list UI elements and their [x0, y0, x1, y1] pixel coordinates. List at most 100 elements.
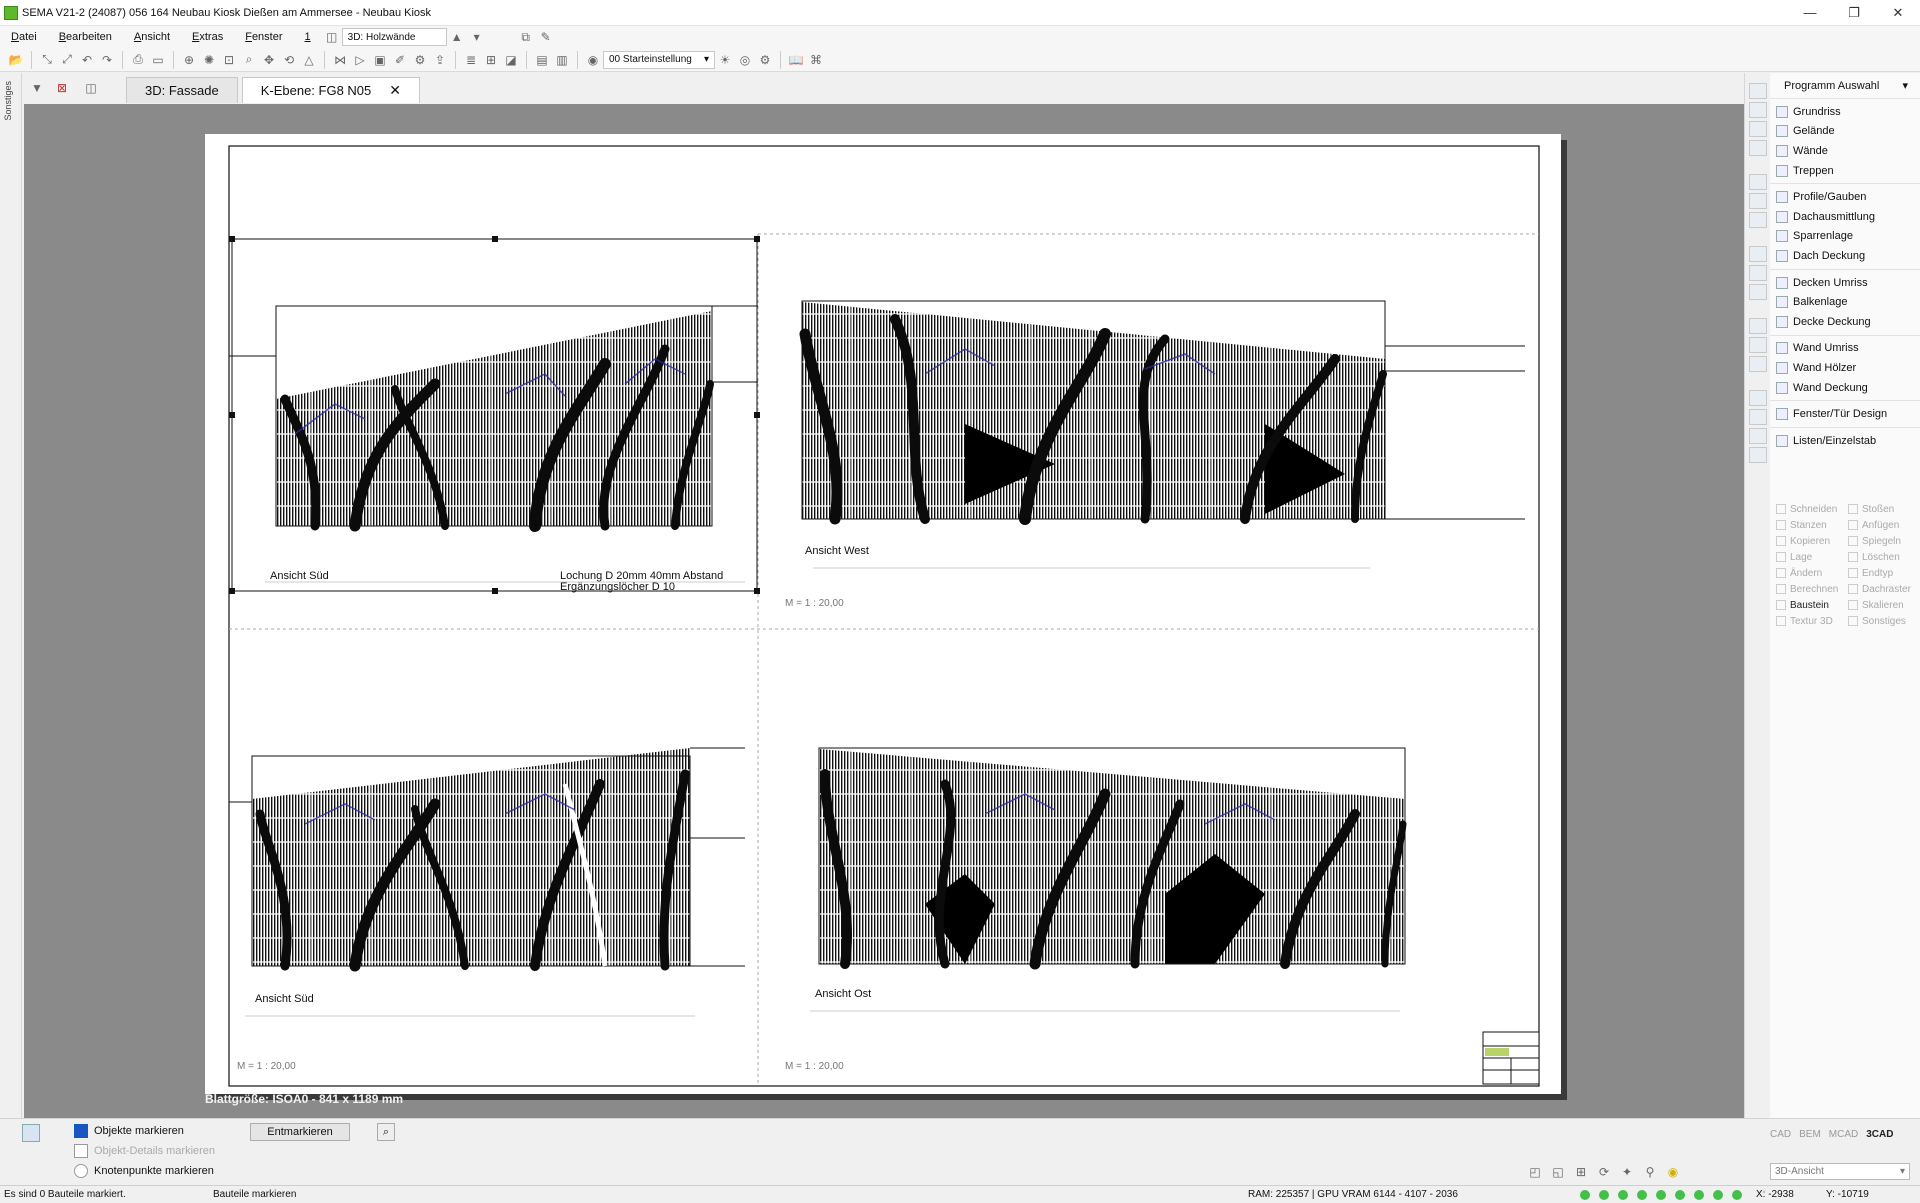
ceiling-icon[interactable]: [1749, 246, 1767, 262]
line-icon[interactable]: ⋈: [331, 51, 349, 69]
minimize-button[interactable]: —: [1788, 0, 1832, 26]
binoculars-icon[interactable]: ⌘: [807, 51, 825, 69]
cursor-icon[interactable]: ▷: [351, 51, 369, 69]
pin-icon[interactable]: ⚲: [1641, 1163, 1659, 1181]
globe-icon[interactable]: [1749, 428, 1767, 444]
mode-3cad[interactable]: 3CAD: [1866, 1129, 1893, 1140]
program-listen-einzelstab[interactable]: Listen/Einzelstab: [1770, 431, 1920, 451]
snap-icon[interactable]: △: [300, 51, 318, 69]
menu-extras[interactable]: Extras: [181, 31, 234, 43]
book-icon[interactable]: 📖: [787, 51, 805, 69]
mark-nodes-option[interactable]: Knotenpunkte markieren: [74, 1164, 214, 1178]
window-icon[interactable]: ▥: [553, 51, 571, 69]
program-waende[interactable]: Wände: [1770, 141, 1920, 161]
close-view-icon[interactable]: ⊠: [53, 79, 71, 97]
rotate-icon[interactable]: ⟳: [1595, 1163, 1613, 1181]
preset-combo[interactable]: 00 Starteinstellung ▾: [603, 50, 715, 69]
frame-icon[interactable]: ◱: [1549, 1163, 1567, 1181]
roof-calc-icon[interactable]: [1749, 193, 1767, 209]
program-treppen[interactable]: Treppen: [1770, 161, 1920, 181]
program-sparrenlage[interactable]: Sparrenlage: [1770, 227, 1920, 247]
program-selector[interactable]: Programm Auswahl ▾: [1770, 73, 1920, 99]
tool-lage[interactable]: Lage: [1776, 552, 1848, 563]
program-decken-umriss[interactable]: Decken Umriss: [1770, 273, 1920, 293]
program-wand-hoelzer[interactable]: Wand Hölzer: [1770, 358, 1920, 378]
menu-datei[interactable]: Datei: [0, 31, 48, 43]
brush-icon[interactable]: ✐: [391, 51, 409, 69]
eye-icon[interactable]: ◉: [1664, 1163, 1682, 1181]
tool-löschen[interactable]: Löschen: [1848, 552, 1920, 563]
print-icon[interactable]: ⎙: [129, 51, 147, 69]
light-icon[interactable]: ✦: [1618, 1163, 1636, 1181]
wall-icon[interactable]: [1749, 121, 1767, 137]
layer-icon[interactable]: ◫: [323, 28, 341, 46]
beam-icon[interactable]: [1749, 265, 1767, 281]
tool-ändern[interactable]: Ändern: [1776, 568, 1848, 579]
drawing-sheet[interactable]: Ansicht Süd Lochung D 20mm 40mm Abstand …: [205, 134, 1561, 1094]
camera-icon[interactable]: ◎: [736, 51, 754, 69]
close-tab-icon[interactable]: ✕: [389, 82, 401, 99]
wall-timber-icon[interactable]: [1749, 337, 1767, 353]
stair-icon[interactable]: [1749, 140, 1767, 156]
tool-berechnen[interactable]: Berechnen: [1776, 584, 1848, 595]
tab-3d-fassade[interactable]: 3D: Fassade: [126, 77, 238, 103]
page-icon[interactable]: ▭: [149, 51, 167, 69]
table-icon[interactable]: ▤: [533, 51, 551, 69]
search-icon[interactable]: ⌕: [240, 51, 258, 69]
view-combo[interactable]: 3D: Holzwände: [341, 28, 447, 46]
tool-schneiden[interactable]: Schneiden: [1776, 504, 1848, 515]
redo-icon[interactable]: ↷: [98, 51, 116, 69]
copy-icon[interactable]: ⧉: [517, 28, 535, 46]
mode-bem[interactable]: BEM: [1799, 1129, 1821, 1140]
rotate-icon[interactable]: ⟲: [280, 51, 298, 69]
sun-icon[interactable]: ✺: [200, 51, 218, 69]
rafter-icon[interactable]: [1749, 212, 1767, 228]
settings-icon[interactable]: ⚙: [411, 51, 429, 69]
zoom-window-icon[interactable]: ⊡: [220, 51, 238, 69]
measure2-icon[interactable]: ⤢: [58, 51, 76, 69]
stack-icon[interactable]: [1749, 447, 1767, 463]
tab-k-ebene[interactable]: K-Ebene: FG8 N05 ✕: [241, 77, 420, 103]
program-decke-deckung[interactable]: Decke Deckung: [1770, 312, 1920, 332]
tool-stanzen[interactable]: Stanzen: [1776, 520, 1848, 531]
arrow-up-icon[interactable]: ▲: [448, 28, 466, 46]
tool-dachraster[interactable]: Dachraster: [1848, 584, 1920, 595]
light-icon[interactable]: ☀: [716, 51, 734, 69]
paint-icon[interactable]: ✎: [537, 28, 555, 46]
pan-icon[interactable]: ✥: [260, 51, 278, 69]
measure-icon[interactable]: ⤡: [38, 51, 56, 69]
layers-icon[interactable]: ≣: [462, 51, 480, 69]
mode-mcad[interactable]: MCAD: [1829, 1129, 1858, 1140]
program-profile-gauben[interactable]: Profile/Gauben: [1770, 187, 1920, 207]
menu-1[interactable]: 1: [294, 31, 322, 43]
marking-mode-icon[interactable]: [22, 1124, 40, 1142]
maximize-button[interactable]: ❐: [1832, 0, 1876, 26]
export-icon[interactable]: ⇪: [431, 51, 449, 69]
menu-bearbeiten[interactable]: Bearbeiten: [48, 31, 123, 43]
chevron-down-icon[interactable]: ▾: [468, 28, 486, 46]
roof-profile-icon[interactable]: [1749, 174, 1767, 190]
unmark-button[interactable]: Entmarkieren: [250, 1123, 350, 1141]
program-gelaende[interactable]: Gelände: [1770, 122, 1920, 142]
preset-icon[interactable]: ◉: [584, 51, 602, 69]
tool-endtyp[interactable]: Endtyp: [1848, 568, 1920, 579]
tool-kopieren[interactable]: Kopieren: [1776, 536, 1848, 547]
mark-details-option[interactable]: Objekt-Details markieren: [74, 1144, 215, 1158]
wall-cover-icon[interactable]: [1749, 356, 1767, 372]
ceiling-cover-icon[interactable]: [1749, 284, 1767, 300]
menu-ansicht[interactable]: Ansicht: [123, 31, 181, 43]
program-grundriss[interactable]: Grundriss: [1770, 102, 1920, 122]
program-dachausmittlung[interactable]: Dachausmittlung: [1770, 207, 1920, 227]
drawing-canvas[interactable]: Ansicht Süd Lochung D 20mm 40mm Abstand …: [24, 104, 1744, 1118]
program-wand-umriss[interactable]: Wand Umriss: [1770, 339, 1920, 359]
grid-icon[interactable]: ⊞: [482, 51, 500, 69]
zoom-fit-icon[interactable]: ⊕: [180, 51, 198, 69]
tool-skalieren[interactable]: Skalieren: [1848, 600, 1920, 611]
search-icon[interactable]: ⌕: [377, 1123, 395, 1141]
menu-fenster[interactable]: Fenster: [234, 31, 293, 43]
grid-icon[interactable]: ⊞: [1572, 1163, 1590, 1181]
mode-cad[interactable]: CAD: [1770, 1129, 1791, 1140]
program-balkenlage[interactable]: Balkenlage: [1770, 292, 1920, 312]
undo-icon[interactable]: ↶: [78, 51, 96, 69]
dropdown-arrow-icon[interactable]: ▼: [28, 79, 46, 97]
